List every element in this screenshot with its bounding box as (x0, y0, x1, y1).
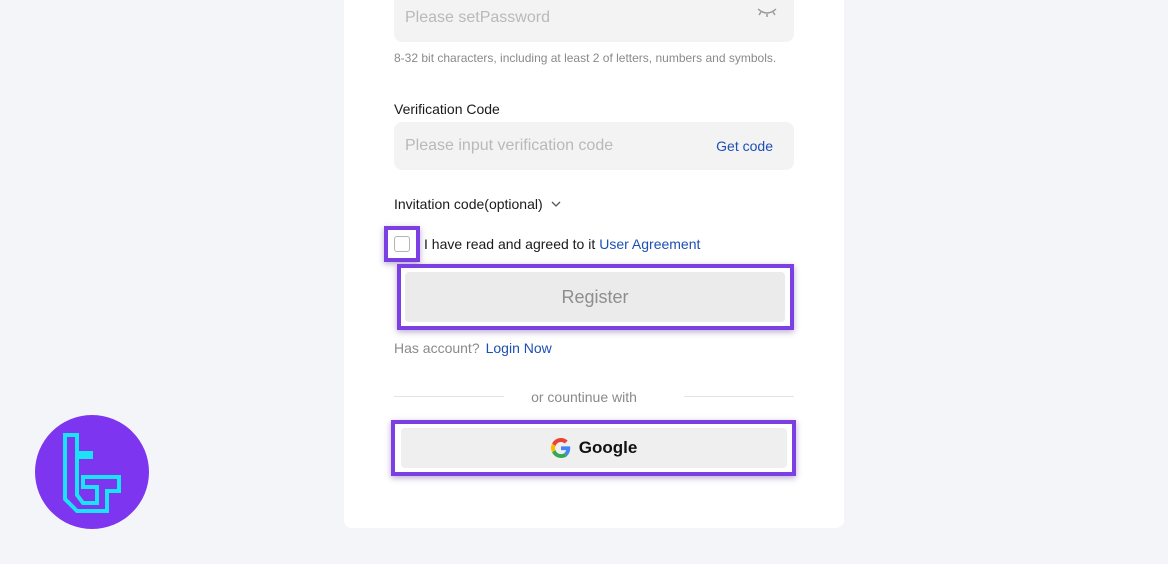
continue-with-text: or countinue with (531, 389, 637, 405)
chevron-down-icon (551, 201, 561, 207)
brand-logo-icon (63, 433, 121, 513)
agreement-text: I have read and agreed to it User Agreeme… (424, 236, 700, 252)
verification-code-field[interactable]: Please input verification code Get code (394, 122, 794, 170)
agreement-checkbox[interactable] (394, 236, 410, 252)
login-now-link[interactable]: Login Now (486, 340, 552, 356)
login-prompt: Has account? Login Now (394, 340, 552, 356)
register-button[interactable]: Register (405, 272, 785, 322)
verification-label: Verification Code (394, 101, 500, 117)
user-agreement-link[interactable]: User Agreement (599, 236, 700, 252)
google-label: Google (578, 438, 638, 457)
eye-closed-icon[interactable] (756, 6, 778, 18)
agreement-label: I have read and agreed to it (424, 236, 596, 252)
get-code-button[interactable]: Get code (716, 122, 773, 170)
password-hint: 8-32 bit characters, including at least … (394, 51, 777, 65)
invitation-label: Invitation code(optional) (394, 196, 543, 212)
has-account-text: Has account? (394, 340, 480, 356)
google-icon (550, 438, 570, 458)
verification-placeholder: Please input verification code (405, 137, 614, 154)
password-field[interactable]: Please setPassword (394, 0, 794, 42)
invitation-code-toggle[interactable]: Invitation code(optional) (394, 196, 561, 212)
brand-logo (35, 415, 149, 529)
google-login-button[interactable]: Google (401, 428, 787, 468)
password-placeholder: Please setPassword (405, 9, 550, 26)
